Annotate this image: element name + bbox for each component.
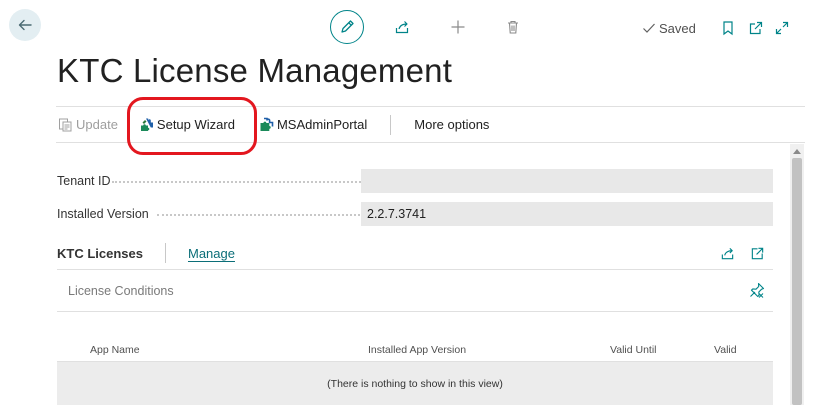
subpage-open-button[interactable] [747,243,767,263]
license-conditions-title: License Conditions [68,283,174,298]
puzzle-icon [260,117,274,131]
share-icon [721,247,733,259]
back-arrow-icon [18,19,32,31]
empty-state-row: (There is nothing to show in this view) [57,362,773,405]
setup-wizard-label: Setup Wizard [156,117,235,132]
back-button[interactable] [9,9,41,41]
delete-button[interactable] [503,17,523,37]
column-installed-app-version[interactable]: Installed App Version [368,344,466,356]
tenant-id-value [361,169,773,193]
new-button[interactable] [448,17,468,37]
subpage-icons [717,243,767,263]
expand-button[interactable] [772,18,792,38]
open-new-window-icon [751,247,763,259]
page-title: KTC License Management [57,52,453,89]
scroll-up-button[interactable] [790,146,804,156]
pencil-icon [341,20,354,33]
scroll-thumb[interactable] [792,158,802,405]
column-valid[interactable]: Valid [714,344,737,356]
ms-admin-portal-label: MSAdminPortal [276,117,368,132]
update-icon [59,118,72,132]
setup-wizard-action[interactable]: Setup Wizard [139,107,235,142]
check-icon [643,23,655,33]
subpage-separator [164,243,166,263]
manage-link[interactable]: Manage [188,246,235,261]
empty-state-text: (There is nothing to show in this view) [327,378,503,390]
installed-version-label: Installed Version [57,207,149,221]
saved-label: Saved [659,20,696,36]
licenses-subpage-header: KTC Licenses Manage [57,240,773,266]
bookmark-icon [723,21,733,36]
top-action-group [330,10,523,44]
pin-icon [750,282,765,298]
edit-button[interactable] [330,10,364,44]
installed-version-field: Installed Version 2.2.7.3741 [57,202,773,226]
action-separator [390,114,392,135]
license-conditions-part: License Conditions App Name Installed Ap… [57,269,773,405]
tenant-id-label: Tenant ID [57,174,111,188]
pin-button[interactable] [749,282,765,303]
bookmark-button[interactable] [718,18,738,38]
action-bar: Update Setup Wizard MSAdminPortal More o… [56,106,805,143]
open-new-window-icon [749,21,762,35]
license-conditions-header: License Conditions [57,270,773,312]
expand-icon [775,21,788,35]
update-label: Update [76,117,118,132]
more-options-action[interactable]: More options [414,107,489,142]
column-app-name[interactable]: App Name [90,344,140,356]
more-options-label: More options [414,117,490,132]
ms-admin-portal-action[interactable]: MSAdminPortal [259,107,367,142]
update-action[interactable]: Update [58,107,118,142]
saved-status: Saved [642,21,696,36]
installed-version-value: 2.2.7.3741 [361,202,773,226]
plus-icon [451,20,465,34]
share-button[interactable] [392,17,412,37]
scrollbar[interactable] [790,144,804,405]
puzzle-icon [140,118,153,131]
tenant-id-field: Tenant ID [57,169,773,193]
share-icon [395,21,409,34]
column-valid-until[interactable]: Valid Until [610,344,657,356]
page-status-group: Saved [642,18,792,38]
trash-icon [508,20,518,34]
subpage-share-button[interactable] [717,243,737,263]
caret-up-icon [793,148,801,154]
licenses-title: KTC Licenses [57,245,143,261]
table-header: App Name Installed App Version Valid Unt… [57,340,773,362]
open-new-window-button[interactable] [746,18,766,38]
